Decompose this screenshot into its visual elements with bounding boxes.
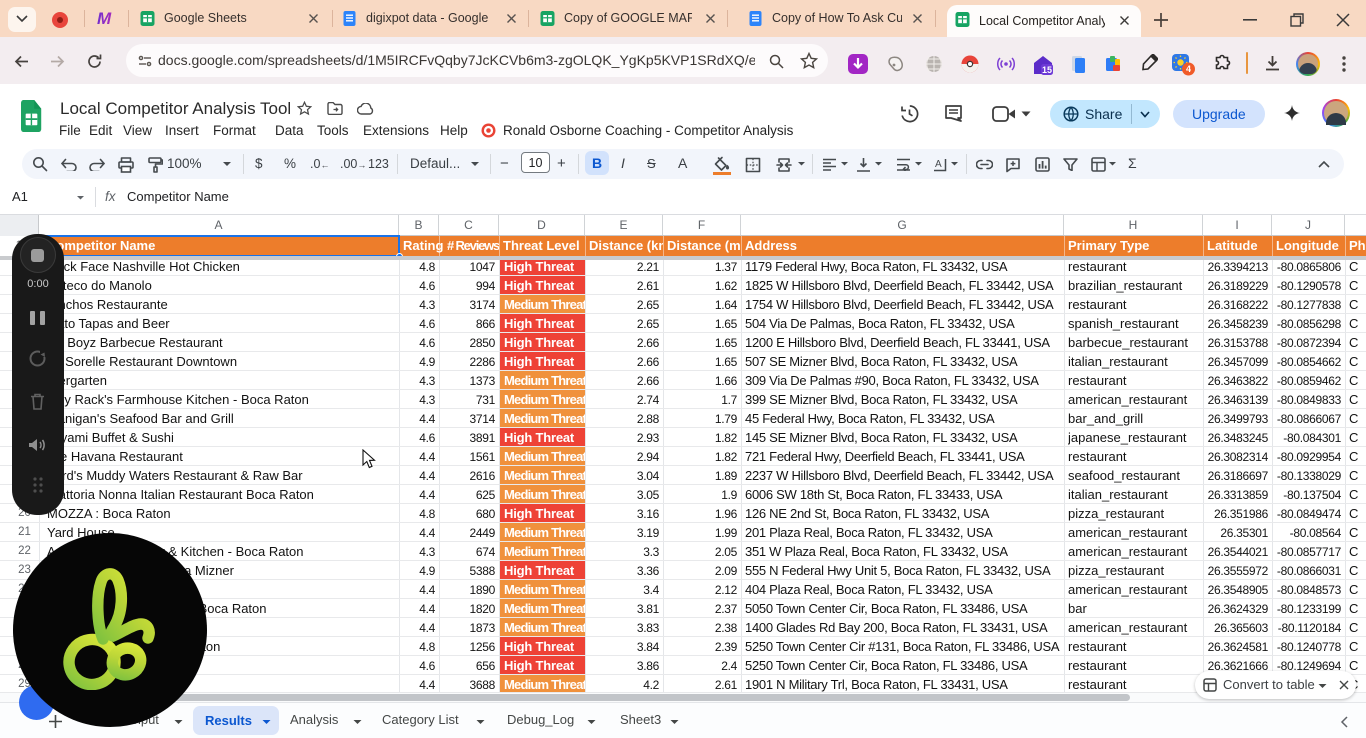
svg-text:A: A <box>935 159 942 170</box>
svg-text:4: 4 <box>1186 64 1191 74</box>
svg-text:15: 15 <box>1042 65 1052 75</box>
